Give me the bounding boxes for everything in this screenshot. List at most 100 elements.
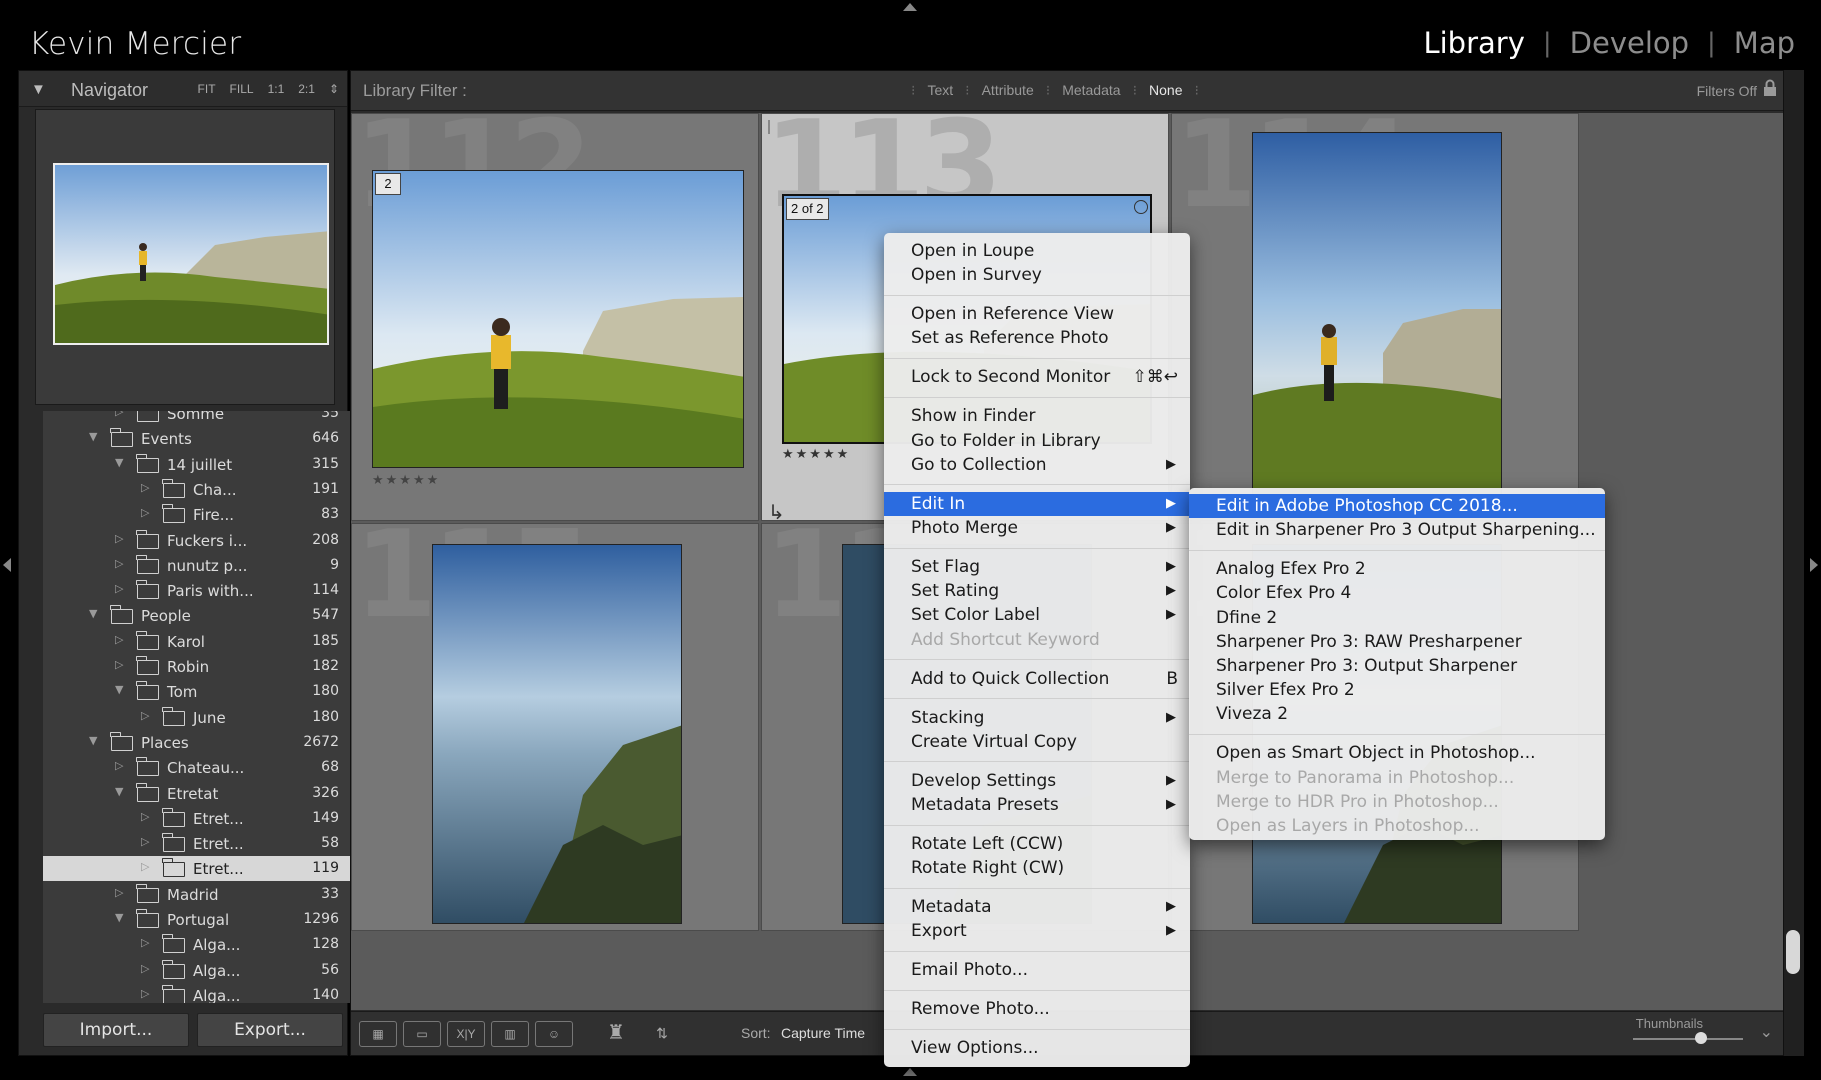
grid-cell[interactable]: 112 2 ★★★★★ — [351, 113, 759, 521]
module-map[interactable]: Map — [1734, 26, 1795, 60]
folder-row[interactable]: ▷ Somme 35 — [43, 411, 355, 426]
folder-row[interactable]: ▷ Alga... 128 — [43, 932, 355, 957]
folder-row[interactable]: ▼ Tom 180 — [43, 679, 355, 704]
menu-item[interactable]: Lock to Second Monitor ⇧⌘↩ — [884, 365, 1190, 389]
thumbnails-size-slider[interactable] — [1633, 1032, 1743, 1044]
folder-row[interactable]: ▷ Madrid 33 — [43, 882, 355, 907]
folder-row[interactable]: ▷ Robin 182 — [43, 654, 355, 679]
menu-item[interactable]: Open as Smart Object in Photoshop... — [1189, 741, 1605, 765]
export-button[interactable]: Export... — [197, 1013, 343, 1047]
flag-icon[interactable] — [768, 120, 780, 134]
import-button[interactable]: Import... — [43, 1013, 189, 1047]
folder-row[interactable]: ▷ Karol 185 — [43, 629, 355, 654]
navigator-header[interactable]: ▼ Navigator FIT FILL 1:1 2:1 ⇕ — [19, 71, 347, 107]
menu-item[interactable]: Go to Folder in Library — [884, 429, 1190, 453]
folder-row[interactable]: ▼ 14 juillet 315 — [43, 452, 355, 477]
folder-row[interactable]: ▷ Paris with... 114 — [43, 578, 355, 603]
folder-row[interactable]: ▼ People 547 — [43, 603, 355, 628]
disclosure-collapsed-icon[interactable]: ▷ — [115, 582, 123, 595]
filter-attribute[interactable]: Attribute — [982, 82, 1034, 99]
grid-cell[interactable]: 114 — [1171, 113, 1579, 521]
menu-item[interactable]: Viveza 2 — [1189, 702, 1605, 726]
folder-row[interactable]: ▷ Cha... 191 — [43, 477, 355, 502]
menu-item[interactable]: View Options... — [884, 1036, 1190, 1060]
rating-stars[interactable]: ★★★★★ — [782, 446, 850, 462]
grid-scrollbar[interactable] — [1784, 70, 1804, 1056]
loupe-view-icon[interactable]: ▭ — [403, 1021, 441, 1047]
menu-item[interactable]: Dfine 2 — [1189, 606, 1605, 630]
disclosure-expanded-icon[interactable]: ▼ — [89, 607, 97, 620]
menu-item[interactable]: Photo Merge ▶ — [884, 516, 1190, 540]
disclosure-collapsed-icon[interactable]: ▷ — [141, 936, 149, 949]
disclosure-expanded-icon[interactable]: ▼ — [115, 683, 123, 696]
menu-item[interactable]: Edit in Adobe Photoshop CC 2018... — [1189, 494, 1605, 518]
menu-item[interactable]: Set as Reference Photo — [884, 326, 1190, 350]
menu-item[interactable]: Rotate Right (CW) — [884, 856, 1190, 880]
disclosure-collapsed-icon[interactable]: ▷ — [115, 886, 123, 899]
navigator-preview-image[interactable] — [53, 163, 329, 345]
grid-view-icon[interactable]: ▦ — [359, 1021, 397, 1047]
zoom-2-1[interactable]: 2:1 — [298, 82, 315, 96]
disclosure-collapsed-icon[interactable]: ▷ — [141, 835, 149, 848]
disclosure-expanded-icon[interactable]: ▼ — [89, 734, 97, 747]
menu-item[interactable]: Rotate Left (CCW) — [884, 832, 1190, 856]
rating-stars[interactable]: ★★★★★ — [372, 472, 440, 488]
zoom-1-1[interactable]: 1:1 — [268, 82, 285, 96]
module-library[interactable]: Library — [1423, 26, 1524, 60]
disclosure-collapsed-icon[interactable]: ▷ — [141, 506, 149, 519]
menu-item[interactable]: Sharpener Pro 3: RAW Presharpener — [1189, 630, 1605, 654]
menu-item[interactable]: Stacking ▶ — [884, 706, 1190, 730]
disclosure-collapsed-icon[interactable]: ▷ — [115, 532, 123, 545]
menu-item[interactable]: Metadata Presets ▶ — [884, 793, 1190, 817]
disclosure-collapsed-icon[interactable]: ▷ — [115, 759, 123, 772]
menu-item[interactable]: Edit in Sharpener Pro 3 Output Sharpenin… — [1189, 518, 1605, 542]
disclosure-collapsed-icon[interactable]: ▷ — [141, 987, 149, 1000]
menu-item[interactable]: Remove Photo... — [884, 997, 1190, 1021]
scrollbar-thumb[interactable] — [1786, 930, 1800, 974]
disclosure-collapsed-icon[interactable]: ▷ — [115, 557, 123, 570]
rotate-icon[interactable]: ↳ — [768, 500, 785, 520]
folder-row[interactable]: ▷ Alga... 140 — [43, 983, 355, 1003]
menu-item[interactable]: Create Virtual Copy — [884, 730, 1190, 754]
folder-row[interactable]: ▼ Places 2672 — [43, 730, 355, 755]
photo-thumbnail[interactable] — [432, 544, 682, 924]
toolbar-menu-chevron-icon[interactable]: ⌄ — [1760, 1022, 1773, 1042]
filter-text[interactable]: Text — [927, 82, 953, 99]
disclosure-collapsed-icon[interactable]: ▷ — [141, 709, 149, 722]
people-view-icon[interactable]: ☺ — [535, 1021, 573, 1047]
folder-row-selected[interactable]: ▷ Etret... 119 — [43, 856, 355, 882]
menu-item[interactable]: Export ▶ — [884, 919, 1190, 943]
menu-item[interactable]: Open in Loupe — [884, 239, 1190, 263]
photo-thumbnail[interactable] — [1252, 132, 1502, 506]
folder-row[interactable]: ▷ Fire... 83 — [43, 502, 355, 527]
menu-item[interactable]: Sharpener Pro 3: Output Sharpener — [1189, 654, 1605, 678]
slider-knob[interactable] — [1695, 1032, 1708, 1044]
photo-thumbnail[interactable]: 2 — [372, 170, 744, 468]
menu-item[interactable]: Go to Collection ▶ — [884, 453, 1190, 477]
select-circle-icon[interactable] — [1134, 200, 1148, 214]
folder-row[interactable]: ▷ Fuckers i... 208 — [43, 528, 355, 553]
collapse-triangle-icon[interactable]: ▼ — [31, 81, 46, 98]
menu-item[interactable]: Set Color Label ▶ — [884, 603, 1190, 627]
filter-metadata[interactable]: Metadata — [1062, 82, 1120, 99]
disclosure-collapsed-icon[interactable]: ▷ — [141, 810, 149, 823]
menu-item[interactable]: Email Photo... — [884, 958, 1190, 982]
painter-spray-icon[interactable]: ♜ — [597, 1021, 635, 1047]
zoom-fill[interactable]: FILL — [230, 82, 254, 96]
menu-item[interactable]: Silver Efex Pro 2 — [1189, 678, 1605, 702]
top-panel-toggle-icon[interactable] — [903, 3, 917, 11]
module-develop[interactable]: Develop — [1570, 26, 1689, 60]
sort-direction-icon[interactable]: ⇅ — [643, 1021, 681, 1047]
menu-item[interactable]: Metadata ▶ — [884, 895, 1190, 919]
disclosure-collapsed-icon[interactable]: ▷ — [141, 962, 149, 975]
menu-item[interactable]: Set Rating ▶ — [884, 579, 1190, 603]
compare-view-icon[interactable]: X|Y — [447, 1021, 485, 1047]
disclosure-collapsed-icon[interactable]: ▷ — [115, 411, 123, 418]
folder-row[interactable]: ▼ Events 646 — [43, 426, 355, 451]
disclosure-collapsed-icon[interactable]: ▷ — [141, 860, 149, 873]
folder-row[interactable]: ▷ June 180 — [43, 705, 355, 730]
menu-item[interactable]: Develop Settings ▶ — [884, 769, 1190, 793]
folder-row[interactable]: ▷ Alga... 56 — [43, 958, 355, 983]
sort-dropdown[interactable]: Capture Time — [781, 1025, 865, 1041]
bottom-panel-toggle-icon[interactable] — [903, 1068, 917, 1076]
